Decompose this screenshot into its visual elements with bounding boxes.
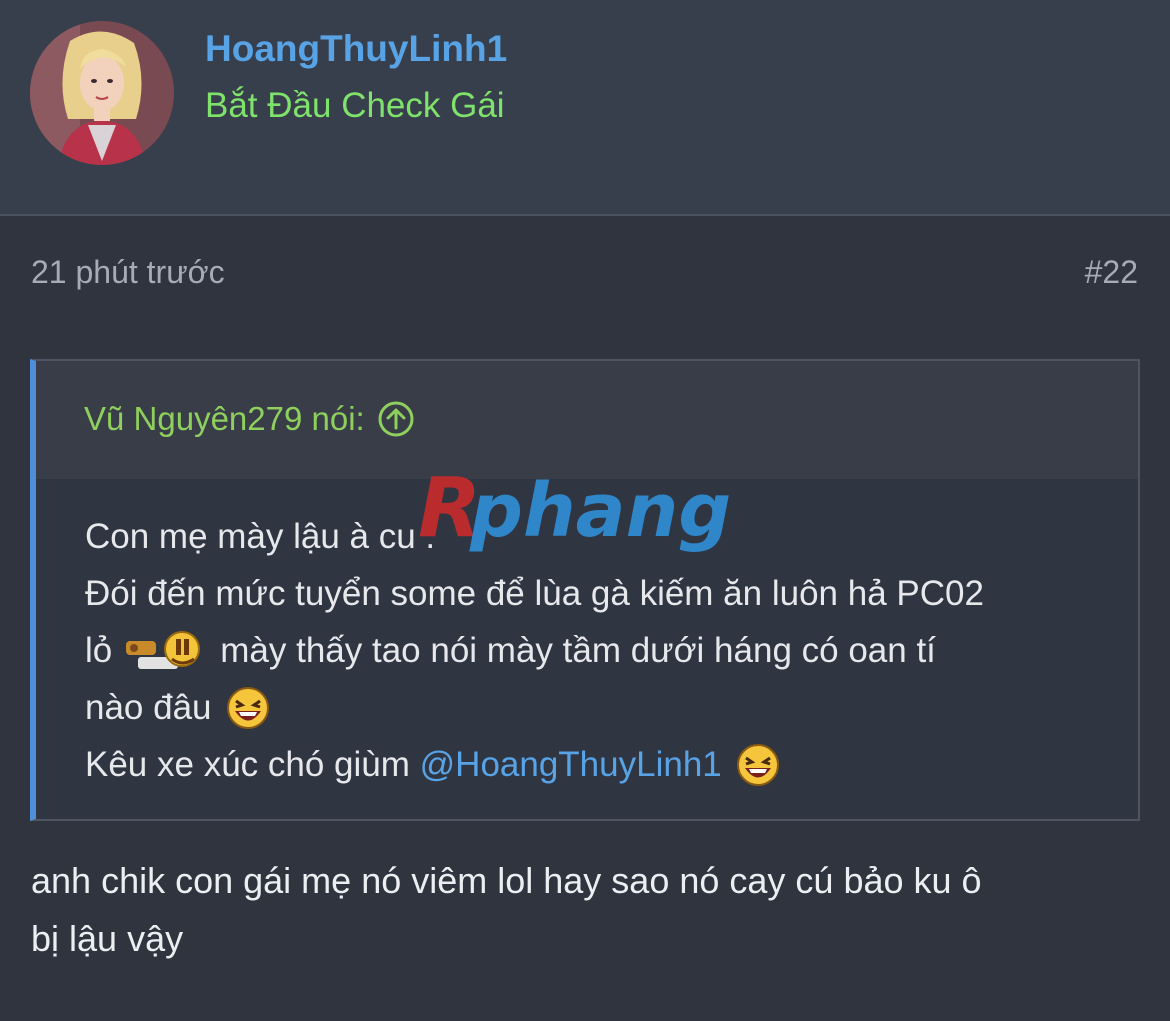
quote-line: Đói đến mức tuyển some để lùa gà kiếm ăn… — [85, 565, 1115, 622]
post-number[interactable]: #22 — [1085, 254, 1138, 291]
quote-line: lỏ mày thấy tao nói mày tầm dưới háng có… — [85, 622, 1115, 679]
arrow-up-circle-icon[interactable] — [377, 400, 415, 438]
watermark-text: phang — [469, 468, 731, 554]
user-mention-link[interactable]: @HoangThuyLinh1 — [420, 736, 722, 793]
username[interactable]: HoangThuyLinh1 — [205, 28, 507, 70]
quote-author-label: Vũ Nguyên279 nói: — [84, 400, 365, 437]
post-header: HoangThuyLinh1 Bắt Đầu Check Gái — [0, 0, 1170, 216]
reply-line: bị lậu vậy — [31, 918, 184, 959]
quote-line: nào đâu — [85, 679, 1115, 736]
reply-body: anh chik con gái mẹ nó viêm lol hay sao … — [31, 852, 1141, 968]
quote-text: lỏ — [85, 631, 113, 670]
quote-text: Đói đến mức tuyển some để lùa gà kiếm ăn… — [85, 574, 984, 613]
post-time[interactable]: 21 phút trước — [31, 254, 225, 291]
quote-line: Kêu xe xúc chó giùm @HoangThuyLinh1 — [85, 736, 1115, 793]
laughing-smiley-icon — [226, 686, 269, 729]
watermark-logo: R phang — [418, 462, 731, 556]
laughing-smiley-icon — [736, 743, 779, 786]
quote-text: nào đâu — [85, 688, 212, 727]
user-title: Bắt Đầu Check Gái — [205, 86, 505, 125]
post-page: HoangThuyLinh1 Bắt Đầu Check Gái 21 phút… — [0, 0, 1170, 1021]
avatar[interactable] — [30, 21, 174, 165]
quote-author[interactable]: Vũ Nguyên279 nói: — [84, 400, 415, 438]
quote-text: Con mẹ mày lậu à cu . — [85, 517, 436, 556]
quote-text: mày thấy tao nói mày tầm dưới háng có oa… — [220, 631, 936, 670]
emote-icon — [126, 630, 201, 669]
reply-line: anh chik con gái mẹ nó viêm lol hay sao … — [31, 860, 982, 901]
quote-text: Kêu xe xúc chó giùm — [85, 745, 410, 784]
